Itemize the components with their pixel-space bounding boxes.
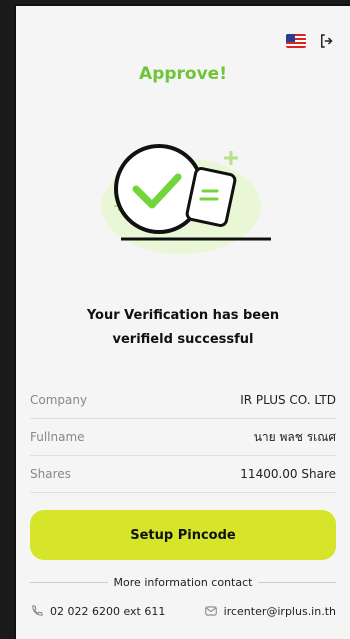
phone-contact[interactable]: 02 022 6200 ext 611 <box>30 604 165 618</box>
divider-line <box>30 582 108 583</box>
email-icon <box>204 606 217 616</box>
setup-pincode-button[interactable]: Setup Pincode <box>30 510 336 560</box>
detail-label: Company <box>30 393 88 407</box>
divider-line <box>258 582 337 583</box>
detail-value: IR PLUS CO. LTD <box>240 393 336 407</box>
message-line-2: verifield successful <box>112 332 254 347</box>
contact-divider: More information contact <box>30 576 337 589</box>
detail-row-shares: Shares 11400.00 Share <box>30 456 336 493</box>
logout-icon[interactable] <box>318 32 336 50</box>
detail-value: 11400.00 Share <box>240 467 336 481</box>
detail-row-fullname: Fullname นาย พลช รเณศ <box>30 419 336 456</box>
details-list: Company IR PLUS CO. LTD Fullname นาย พลช… <box>30 382 336 493</box>
detail-label: Fullname <box>30 430 85 444</box>
message-line-1: Your Verification has been <box>86 308 280 323</box>
email-address: ircenter@irplus.in.th <box>223 604 336 618</box>
verification-message: Your Verification has been verifield suc… <box>16 304 350 352</box>
screen-frame: Approve! Your Verification has been veri… <box>14 4 350 639</box>
contact-heading: More information contact <box>113 576 253 589</box>
email-contact[interactable]: ircenter@irplus.in.th <box>204 604 336 618</box>
contact-row: 02 022 6200 ext 611 ircenter@irplus.in.t… <box>30 604 336 618</box>
page-title: Approve! <box>139 64 227 84</box>
detail-value: นาย พลช รเณศ <box>253 429 336 444</box>
phone-number: 02 022 6200 ext 611 <box>50 604 166 618</box>
detail-label: Shares <box>30 467 71 481</box>
verification-success-illustration <box>101 144 271 254</box>
detail-row-company: Company IR PLUS CO. LTD <box>30 382 336 419</box>
top-bar <box>286 32 336 50</box>
us-flag-icon[interactable] <box>286 34 306 48</box>
phone-icon <box>32 605 43 616</box>
